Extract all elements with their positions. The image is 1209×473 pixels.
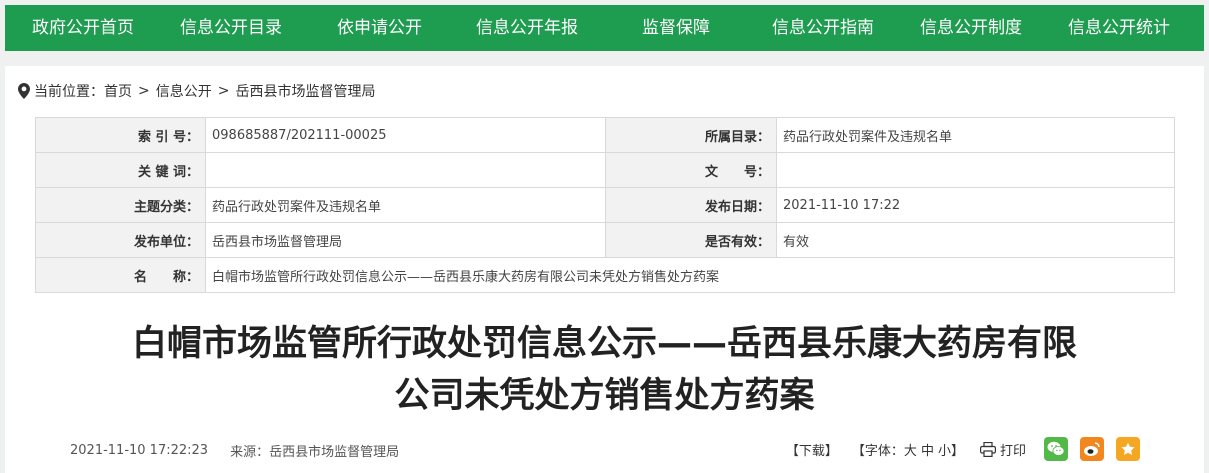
category-value: 药品行政处罚案件及违规名单 [776, 117, 1175, 153]
nav-item-guide[interactable]: 信息公开指南 [772, 5, 874, 51]
share-favorite-button[interactable] [1116, 437, 1140, 461]
star-icon [1121, 442, 1135, 455]
article-source: 来源：岳西县市场监督管理局 [230, 444, 400, 460]
article-title-line: 白帽市场监管所行政处罚信息公示——岳西县乐康大药房有限 [131, 324, 1077, 364]
document-meta-table: 索 引 号： 098685887/202111-00025 所属目录： 药品行政… [35, 117, 1175, 293]
print-button[interactable]: 打印 [1000, 440, 1026, 459]
breadcrumb-separator: > [138, 83, 150, 99]
name-value: 白帽市场监管所行政处罚信息公示——岳西县乐康大药房有限公司未凭处方销售处方药案 [205, 257, 1175, 293]
index-no-value: 098685887/202111-00025 [205, 117, 606, 153]
font-large-button[interactable]: 大 [904, 440, 917, 459]
article-title-line: 公司未凭处方销售处方药案 [394, 376, 815, 416]
font-small-button[interactable]: 小 [938, 440, 951, 459]
location-pin-icon [18, 83, 30, 99]
nav-item-home[interactable]: 政府公开首页 [32, 5, 134, 51]
doc-no-value [776, 152, 1175, 188]
content-panel: 当前位置： 首页 > 信息公开 > 岳西县市场监督管理局 索 引 号： 0986… [5, 66, 1204, 473]
article-datetime: 2021-11-10 17:22:23 [70, 442, 209, 458]
font-size-close: 】 [950, 443, 964, 459]
valid-value: 有效 [776, 222, 1175, 258]
font-size-label: 【字体： [851, 443, 904, 459]
download-button[interactable]: 【下载】 [786, 440, 838, 459]
breadcrumb-home[interactable]: 首页 [104, 81, 132, 101]
breadcrumb-bureau[interactable]: 岳西县市场监督管理局 [235, 81, 375, 101]
doc-no-label: 文 号： [605, 152, 777, 188]
article-title: 白帽市场监管所行政处罚信息公示——岳西县乐康大药房有限 公司未凭处方销售处方药案 [5, 318, 1204, 422]
weibo-icon [1084, 442, 1100, 456]
category-label: 所属目录： [605, 117, 777, 153]
wechat-icon [1047, 441, 1065, 456]
nav-item-supervision[interactable]: 监督保障 [642, 5, 710, 51]
printer-icon[interactable] [979, 441, 996, 457]
valid-label: 是否有效： [605, 222, 777, 258]
table-row: 索 引 号： 098685887/202111-00025 所属目录： 药品行政… [35, 117, 1175, 153]
font-medium-button[interactable]: 中 [921, 440, 934, 459]
pub-date-value: 2021-11-10 17:22 [776, 187, 1175, 223]
keywords-label: 关 键 词： [35, 152, 206, 188]
publisher-value: 岳西县市场监督管理局 [205, 222, 606, 258]
article-tools: 【下载】 【字体： 大 中 小 】 打印 [786, 437, 1140, 461]
keywords-value [205, 152, 606, 188]
top-nav: 政府公开首页 信息公开目录 依申请公开 信息公开年报 监督保障 信息公开指南 信… [5, 5, 1204, 51]
breadcrumb-label: 当前位置： [34, 84, 104, 100]
topic-label: 主题分类： [35, 187, 206, 223]
table-row: 名 称： 白帽市场监管所行政处罚信息公示——岳西县乐康大药房有限公司未凭处方销售… [35, 257, 1175, 293]
share-wechat-button[interactable] [1044, 437, 1068, 461]
nav-item-statistics[interactable]: 信息公开统计 [1068, 5, 1170, 51]
topic-value: 药品行政处罚案件及违规名单 [205, 187, 606, 223]
name-label: 名 称： [35, 257, 206, 293]
table-row: 关 键 词： 文 号： [35, 152, 1175, 188]
table-row: 发布单位： 岳西县市场监督管理局 是否有效： 有效 [35, 222, 1175, 258]
nav-item-apply[interactable]: 依申请公开 [337, 5, 422, 51]
publisher-label: 发布单位： [35, 222, 206, 258]
nav-item-annual-report[interactable]: 信息公开年报 [476, 5, 578, 51]
breadcrumb-separator: > [217, 83, 230, 99]
table-row: 主题分类： 药品行政处罚案件及违规名单 发布日期： 2021-11-10 17:… [35, 187, 1175, 223]
index-no-label: 索 引 号： [35, 117, 206, 153]
pub-date-label: 发布日期： [605, 187, 777, 223]
share-weibo-button[interactable] [1080, 437, 1104, 461]
breadcrumb: 当前位置： 首页 > 信息公开 > 岳西县市场监督管理局 [18, 81, 375, 101]
article-info-bar: 2021-11-10 17:22:23 来源：岳西县市场监督管理局 【下载】 【… [70, 437, 1140, 462]
breadcrumb-info-open[interactable]: 信息公开 [156, 81, 212, 101]
nav-item-rules[interactable]: 信息公开制度 [920, 5, 1022, 51]
nav-item-catalog[interactable]: 信息公开目录 [180, 5, 282, 51]
